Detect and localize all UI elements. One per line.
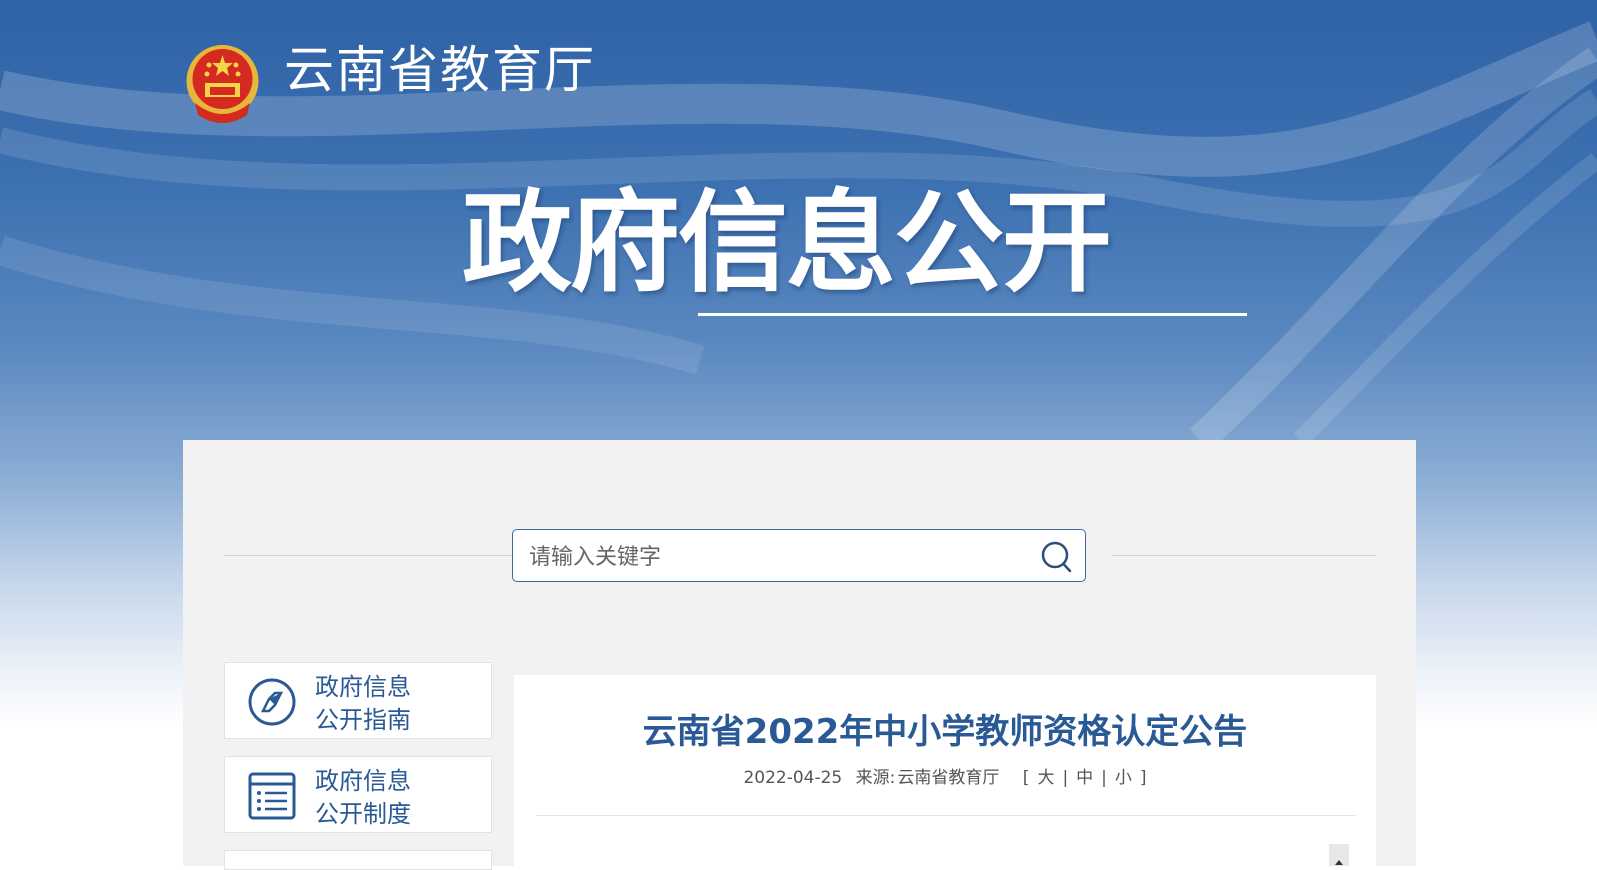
sidebar-item-label-line1: 政府信息 bbox=[315, 767, 411, 795]
font-size-medium-link[interactable]: 中 bbox=[1076, 768, 1093, 788]
hero-title: 政府信息公开 bbox=[462, 179, 1112, 307]
sidebar-item-label: 政府信息 公开指南 bbox=[315, 671, 465, 737]
main-panel: 政府信息 公开指南 政府信息 公开制度 云南省2022年中小学教师资格认定公告 bbox=[183, 440, 1416, 870]
sidebar-item-label-line2: 公开制度 bbox=[315, 800, 411, 828]
sidebar-item-system[interactable]: 政府信息 公开制度 bbox=[224, 756, 492, 833]
article-source: 云南省教育厅 bbox=[897, 768, 1000, 788]
compass-icon bbox=[247, 676, 297, 728]
sidebar-item-next[interactable] bbox=[224, 850, 492, 870]
national-emblem-icon[interactable] bbox=[183, 41, 262, 125]
document-list-icon bbox=[247, 770, 297, 822]
search-icon[interactable] bbox=[1039, 540, 1075, 574]
sidebar-item-label-line2: 公开指南 bbox=[315, 706, 411, 734]
chevron-up-icon bbox=[1335, 860, 1343, 865]
font-size-sep: | bbox=[1101, 768, 1107, 788]
search-divider-right bbox=[1112, 555, 1376, 556]
article-meta: 2022-04-25 来源: 云南省教育厅 [ 大 | 中 | 小] bbox=[514, 765, 1376, 791]
article-source-label: 来源: bbox=[855, 768, 896, 788]
article-divider bbox=[536, 815, 1356, 816]
search-input[interactable] bbox=[527, 538, 1011, 576]
article-date: 2022-04-25 bbox=[743, 768, 843, 788]
scroll-up-button[interactable] bbox=[1329, 844, 1349, 866]
sidebar-item-label-line1: 政府信息 bbox=[315, 673, 411, 701]
search-box bbox=[512, 529, 1086, 582]
article-title: 云南省2022年中小学教师资格认定公告 bbox=[642, 712, 1248, 752]
font-size-small-link[interactable]: 小 bbox=[1115, 768, 1132, 788]
font-size-sep: | bbox=[1062, 768, 1069, 788]
sidebar-item-label: 政府信息 公开制度 bbox=[315, 765, 465, 831]
search-divider-left bbox=[224, 555, 512, 556]
article-content: 云南省2022年中小学教师资格认定公告 2022-04-25 来源: 云南省教育厅… bbox=[514, 675, 1376, 866]
font-size-open-bracket: [ bbox=[1022, 768, 1030, 788]
hero-underline bbox=[698, 313, 1247, 316]
font-size-close-bracket: ] bbox=[1139, 768, 1147, 788]
site-name[interactable]: 云南省教育厅 bbox=[284, 40, 596, 100]
sidebar-item-guide[interactable]: 政府信息 公开指南 bbox=[224, 662, 492, 739]
font-size-large-link[interactable]: 大 bbox=[1037, 768, 1054, 788]
